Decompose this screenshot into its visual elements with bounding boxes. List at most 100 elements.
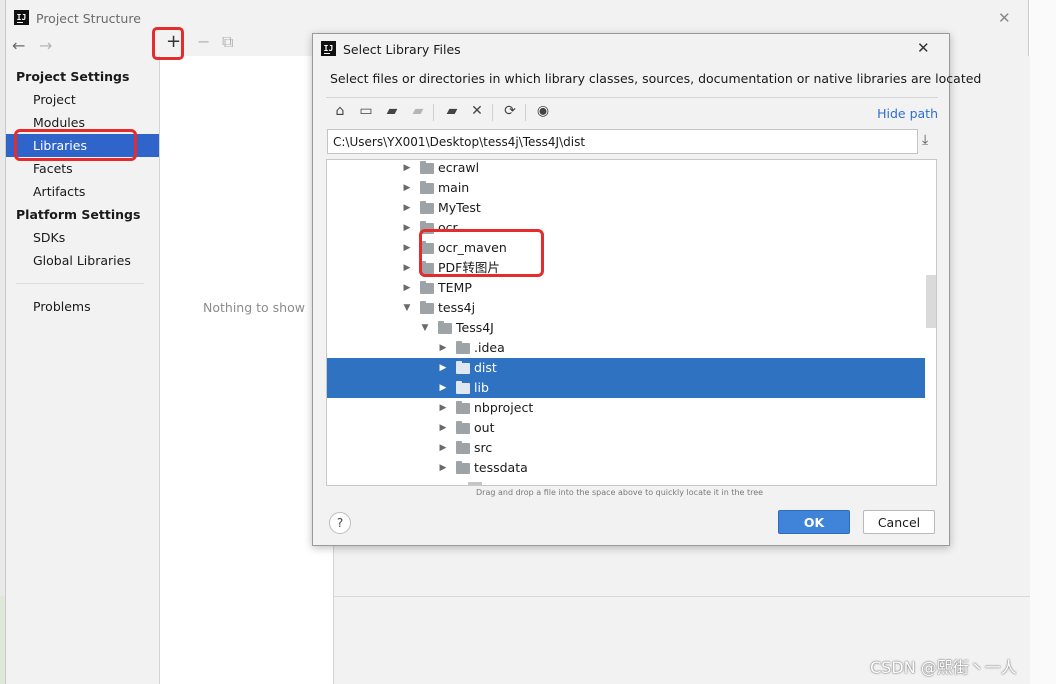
tree-row[interactable]: ▼ Tess4J [327,318,925,338]
tree-row[interactable]: ▶ PDF转图片 [327,258,925,278]
chevron-down-icon[interactable]: ▼ [401,298,413,318]
details-divider [334,596,1030,597]
drag-drop-hint: Drag and drop a file into the space abov… [476,488,764,497]
tree-scrollbar[interactable] [926,275,936,328]
home-icon[interactable]: ⌂ [330,103,350,119]
tree-row[interactable]: ▶ ocr [327,218,925,238]
tree-row-label: nbproject [474,400,534,415]
file-chooser-toolbar: ⌂ ▭ ▰ ▰ ▰ ✕ ⟳ ◉ Hide path [326,100,938,126]
tree-row[interactable]: ▼ tess4j [327,298,925,318]
tree-row-label: .idea [474,340,505,355]
toolbar-divider [525,104,526,121]
tree-row[interactable]: ▶ ocr_maven [327,238,925,258]
tree-row[interactable]: ▶ src [327,438,925,458]
show-hidden-icon[interactable]: ◉ [533,103,553,119]
path-field[interactable] [327,129,918,154]
delete-icon[interactable]: ✕ [467,103,487,119]
intellij-logo-icon: IJ [321,41,336,56]
chevron-right-icon[interactable]: ▶ [401,160,413,178]
sidebar-item-artifacts[interactable]: Artifacts [6,180,159,203]
desktop-icon[interactable]: ▭ [356,103,376,119]
file-tree[interactable]: ▶ ecrawl ▶ main ▶ MyTest ▶ ocr ▶ ocr_maven ▶ PDF转图片… [326,159,937,486]
platform-settings-heading: Platform Settings [16,207,141,222]
tree-row-label: main [438,180,470,195]
sidebar-item-project[interactable]: Project [6,88,159,111]
tree-row[interactable]: ▶ lib [327,378,925,398]
folder-icon [420,161,434,174]
tree-row[interactable]: ▶ ecrawl [327,160,925,178]
tree-row-label: lib [474,380,489,395]
tree-row[interactable]: ▶ tessdata [327,458,925,478]
sidebar-item-global-libraries[interactable]: Global Libraries [6,249,159,272]
ok-button[interactable]: OK [778,510,850,534]
tree-row[interactable]: ▶ dist [327,358,925,378]
tree-row-label: out [474,420,495,435]
chevron-right-icon[interactable]: ▶ [437,358,449,378]
refresh-icon[interactable]: ⟳ [500,103,520,119]
annotation-box-add [152,27,184,60]
watermark: CSDN @熙街丶一人 [870,658,1017,677]
chevron-right-icon[interactable]: ▶ [437,418,449,438]
arrow-right-icon[interactable]: → [39,36,52,55]
folder-icon [420,181,434,194]
folder-icon [456,341,470,354]
tree-row[interactable]: ▶ .idea [327,338,925,358]
folder-icon [438,321,452,334]
hide-path-link[interactable]: Hide path [877,106,938,121]
folder-icon [456,401,470,414]
tree-row[interactable]: ▶ out [327,418,925,438]
window-close-icon[interactable]: ✕ [998,9,1011,27]
tree-row-label: TEMP [438,280,472,295]
dialog-description: Select files or directories in which lib… [330,71,982,86]
folder-icon [456,381,470,394]
tree-row[interactable]: ▶ MyTest [327,198,925,218]
dialog-separator [326,97,938,98]
window-title: Project Structure [36,11,141,26]
annotation-box-libraries [14,129,137,161]
chevron-right-icon[interactable]: ▶ [401,238,413,258]
chevron-right-icon[interactable]: ▶ [401,278,413,298]
folder-icon [420,301,434,314]
outer-right-edge [1030,0,1056,684]
remove-library-button[interactable]: − [197,32,210,51]
folder-icon [420,201,434,214]
annotation-box-dist-lib [419,229,544,277]
chevron-right-icon[interactable]: ▶ [401,198,413,218]
chevron-right-icon[interactable]: ▶ [437,458,449,478]
new-folder-icon[interactable]: ▰ [442,103,462,119]
module-folder-icon[interactable]: ▰ [408,103,428,119]
chevron-right-icon[interactable]: ▶ [437,338,449,358]
sidebar-item-problems[interactable]: Problems [6,295,159,318]
partial-folder-icon [468,482,482,485]
sidebar-divider [16,283,144,284]
chevron-down-icon[interactable]: ▼ [419,318,431,338]
tree-row[interactable]: ▶ main [327,178,925,198]
folder-icon [456,461,470,474]
tree-row-label: tessdata [474,460,528,475]
folder-icon [456,441,470,454]
tree-row[interactable]: ▶ nbproject [327,398,925,418]
dialog-close-icon[interactable]: ✕ [917,39,930,57]
chevron-right-icon[interactable]: ▶ [401,258,413,278]
tree-row[interactable]: ▶ TEMP [327,278,925,298]
copy-icon[interactable]: ⧉ [222,32,233,52]
chevron-right-icon[interactable]: ▶ [437,438,449,458]
download-icon[interactable]: ⤓ [922,132,928,148]
dialog-title: Select Library Files [343,42,461,57]
tree-row-label: src [474,440,493,455]
empty-list-text: Nothing to show [203,300,305,315]
toolbar-divider [433,104,434,121]
cancel-button[interactable]: Cancel [863,510,935,534]
sidebar-item-sdks[interactable]: SDKs [6,226,159,249]
project-settings-heading: Project Settings [16,69,130,84]
chevron-right-icon[interactable]: ▶ [401,218,413,238]
help-button[interactable]: ? [329,512,351,534]
chevron-right-icon[interactable]: ▶ [437,398,449,418]
toolbar-divider [492,104,493,121]
project-folder-icon[interactable]: ▰ [382,103,402,119]
arrow-left-icon[interactable]: ← [12,36,25,55]
intellij-logo-icon: IJ [14,10,29,25]
select-library-files-dialog: IJ Select Library Files ✕ Select files o… [312,33,981,546]
chevron-right-icon[interactable]: ▶ [437,378,449,398]
chevron-right-icon[interactable]: ▶ [401,178,413,198]
